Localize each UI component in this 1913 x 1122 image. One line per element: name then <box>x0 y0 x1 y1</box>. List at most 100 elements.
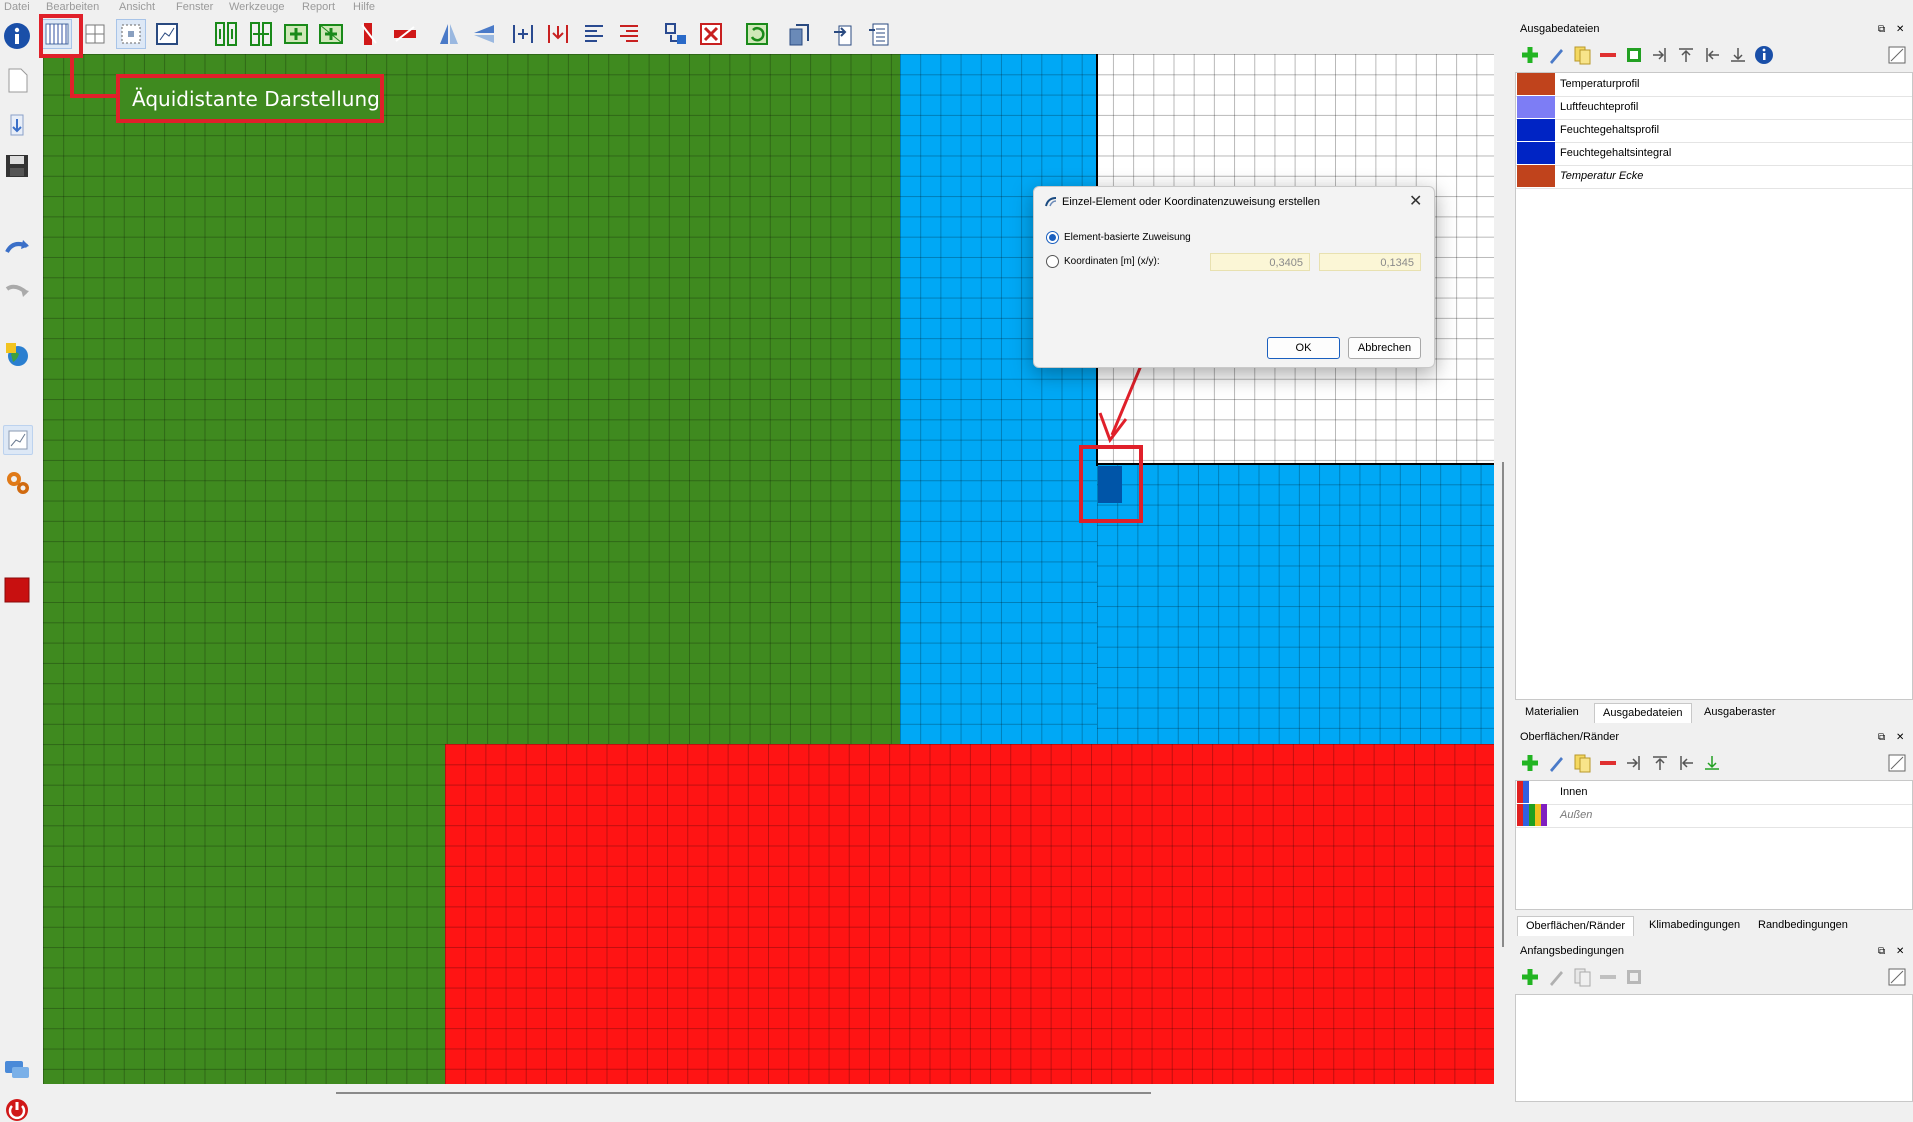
open-file-icon[interactable] <box>3 111 31 139</box>
close-panel-icon[interactable]: ✕ <box>1896 943 1904 960</box>
info-icon[interactable] <box>3 22 31 50</box>
copy-icon[interactable] <box>1571 44 1593 66</box>
color-swatch <box>1517 781 1529 803</box>
float-panel-icon[interactable]: ⧉ <box>1878 943 1885 960</box>
menu-bearbeiten[interactable]: Bearbeiten <box>46 0 99 14</box>
align-left-icon[interactable] <box>579 19 609 49</box>
tab-randbedingungen[interactable]: Randbedingungen <box>1750 916 1856 935</box>
assign-icon[interactable] <box>1623 966 1645 988</box>
edit-icon[interactable] <box>1545 752 1567 774</box>
refresh-icon[interactable] <box>742 19 772 49</box>
globe-icon[interactable] <box>3 340 31 368</box>
copy-icon[interactable] <box>1571 966 1593 988</box>
chart-view-icon[interactable] <box>152 19 182 49</box>
tab-materialien[interactable]: Materialien <box>1517 703 1587 722</box>
power-icon[interactable] <box>3 1094 31 1122</box>
tab-ausgaberaster[interactable]: Ausgaberaster <box>1696 703 1784 722</box>
tab-oberflaechen[interactable]: Oberflächen/Ränder <box>1517 916 1635 936</box>
canvas-vertical-scrollbar[interactable] <box>1502 462 1504 947</box>
new-file-icon[interactable] <box>3 66 31 94</box>
move-left-icon[interactable] <box>1675 752 1697 774</box>
merge-columns-icon[interactable] <box>246 19 276 49</box>
material-region-red[interactable] <box>445 744 1494 1084</box>
x-coordinate-field[interactable]: 0,3405 <box>1210 253 1310 271</box>
align-right-icon[interactable] <box>614 19 644 49</box>
float-panel-icon[interactable]: ⧉ <box>1878 729 1885 746</box>
chart-toggle-icon[interactable] <box>1886 752 1908 774</box>
select-area-icon[interactable] <box>116 19 146 49</box>
tab-klimabedingungen[interactable]: Klimabedingungen <box>1641 916 1748 935</box>
add-icon[interactable] <box>1519 44 1541 66</box>
grid-view-icon[interactable] <box>80 19 110 49</box>
edit-icon[interactable] <box>1545 44 1567 66</box>
float-panel-icon[interactable]: ⧉ <box>1878 21 1885 38</box>
chart-toggle-icon[interactable] <box>1886 966 1908 988</box>
material-region-blue[interactable] <box>900 54 1097 744</box>
menu-hilfe[interactable]: Hilfe <box>353 0 375 14</box>
move-down-icon[interactable] <box>1701 752 1723 774</box>
delete-column-icon[interactable] <box>354 19 384 49</box>
list-item[interactable]: Außen <box>1516 804 1912 828</box>
remove-icon[interactable] <box>1597 752 1619 774</box>
copy-icon[interactable] <box>1571 752 1593 774</box>
delete-row-icon[interactable] <box>390 19 420 49</box>
chart-toggle-icon[interactable] <box>1886 44 1908 66</box>
list-item[interactable]: Feuchtegehaltsprofil <box>1516 119 1912 143</box>
add-icon[interactable] <box>1519 966 1541 988</box>
mirror-vertical-icon[interactable] <box>469 19 499 49</box>
delete-line-icon[interactable] <box>543 19 573 49</box>
assign-icon[interactable] <box>1623 44 1645 66</box>
surfaces-panel-tabs: Oberflächen/Ränder Klimabedingungen Rand… <box>1515 914 1913 936</box>
remove-icon[interactable] <box>1597 966 1619 988</box>
element-assignment-radio[interactable] <box>1046 231 1059 244</box>
move-up-icon[interactable] <box>1675 44 1697 66</box>
move-down-icon[interactable] <box>1727 44 1749 66</box>
tab-ausgabedateien[interactable]: Ausgabedateien <box>1594 703 1692 723</box>
list-item[interactable]: Temperaturprofil <box>1516 73 1912 97</box>
y-coordinate-field[interactable]: 0,1345 <box>1319 253 1421 271</box>
menu-werkzeuge[interactable]: Werkzeuge <box>229 0 284 14</box>
menu-ansicht[interactable]: Ansicht <box>119 0 155 14</box>
insert-column-right-icon[interactable] <box>316 19 346 49</box>
undo-icon[interactable] <box>3 234 31 262</box>
list-item[interactable]: Feuchtegehaltsintegral <box>1516 142 1912 166</box>
chart-icon[interactable] <box>3 425 33 455</box>
edit-icon[interactable] <box>1545 966 1567 988</box>
mirror-horizontal-icon[interactable] <box>434 19 464 49</box>
coordinate-assignment-radio[interactable] <box>1046 255 1059 268</box>
remove-assignment-icon[interactable] <box>696 19 726 49</box>
red-square-icon[interactable] <box>3 576 31 604</box>
redo-icon[interactable] <box>3 277 31 305</box>
save-icon[interactable] <box>3 152 31 180</box>
move-up-icon[interactable] <box>1649 752 1671 774</box>
remove-icon[interactable] <box>1597 44 1619 66</box>
list-item[interactable]: Temperatur Ecke <box>1516 165 1912 189</box>
move-right-icon[interactable] <box>1623 752 1645 774</box>
menu-datei[interactable]: Datei <box>4 0 30 14</box>
list-item[interactable]: Luftfeuchteprofil <box>1516 96 1912 120</box>
import-icon[interactable] <box>829 19 859 49</box>
move-right-icon[interactable] <box>1649 44 1671 66</box>
move-left-icon[interactable] <box>1701 44 1723 66</box>
chat-icon[interactable] <box>3 1056 31 1084</box>
insert-line-icon[interactable] <box>508 19 538 49</box>
assign-element-icon[interactable] <box>661 19 691 49</box>
report-icon[interactable] <box>864 19 894 49</box>
canvas-horizontal-scrollbar[interactable] <box>336 1092 1151 1094</box>
close-icon[interactable]: ✕ <box>1409 191 1422 211</box>
list-item[interactable]: Innen <box>1516 781 1912 805</box>
color-swatch <box>1517 119 1555 141</box>
ok-button[interactable]: OK <box>1267 337 1340 359</box>
menu-fenster[interactable]: Fenster <box>176 0 213 14</box>
insert-column-left-icon[interactable] <box>281 19 311 49</box>
export-icon[interactable] <box>784 19 814 49</box>
close-panel-icon[interactable]: ✕ <box>1896 21 1904 38</box>
settings-gears-icon[interactable] <box>3 468 31 496</box>
close-panel-icon[interactable]: ✕ <box>1896 729 1904 746</box>
split-columns-icon[interactable] <box>211 19 241 49</box>
menu-report[interactable]: Report <box>302 0 335 14</box>
add-icon[interactable] <box>1519 752 1541 774</box>
cancel-button[interactable]: Abbrechen <box>1348 337 1421 359</box>
info-small-icon[interactable] <box>1753 44 1775 66</box>
material-region-blue-lower[interactable] <box>1097 464 1494 744</box>
